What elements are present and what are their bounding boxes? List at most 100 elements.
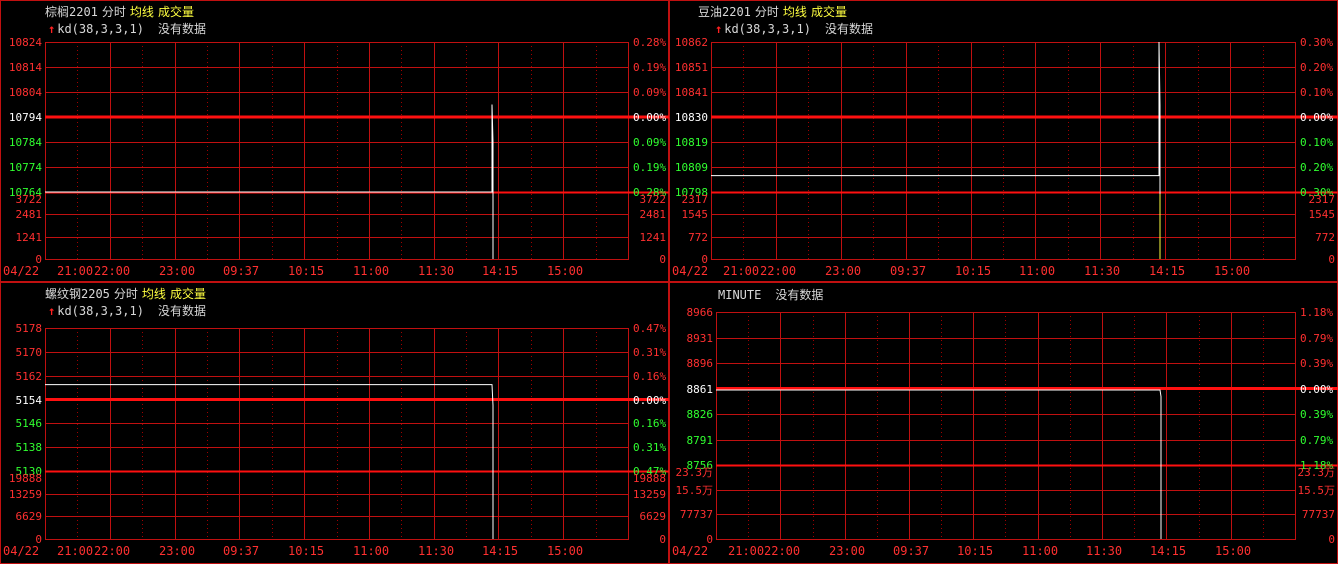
price-tick-label: 10809 (674, 161, 708, 174)
price-line (711, 41, 1161, 259)
indicator-row: ↑ kd(38,3,3,1) 没有数据 (48, 302, 220, 319)
percent-tick-label: 0.31% (633, 345, 667, 359)
volume-tick-label-right: 19888 (632, 472, 666, 485)
time-tick-label: 22:00 (94, 264, 131, 278)
chart-panel-rebar[interactable]: 螺纹钢2205 分时 均线 成交量 ↑ kd(38,3,3,1) 没有数据 5178 5170 5… (0, 282, 669, 564)
volume-tick-label-right: 2481 (639, 208, 667, 222)
time-tick-label: 09:37 (893, 544, 930, 558)
time-tick-label: 22:00 (760, 264, 797, 278)
volume-tick-label-right: 772 (1315, 230, 1335, 244)
chart-panel-minute[interactable]: MINUTE 没有数据 8966 8931 8896 8861 8826 8791 8756 1.… (669, 282, 1338, 564)
price-tick-label: 10794 (8, 111, 42, 124)
volume-label[interactable]: 成交量 (170, 287, 206, 301)
percent-tick-label: 0.39% (1300, 408, 1334, 421)
price-tick-label: 8896 (686, 357, 714, 370)
time-tick-label: 11:00 (1019, 264, 1056, 278)
mode-label[interactable]: 分时 (755, 5, 779, 19)
percent-tick-label: 0.00% (633, 393, 667, 407)
volume-tick-label: 2481 (15, 208, 43, 222)
percent-tick-label: 0.10% (1300, 86, 1334, 99)
percent-tick-label: 0.28% (633, 36, 667, 49)
volume-tick-label-right: 1241 (639, 230, 667, 244)
time-tick-label: 11:00 (1022, 544, 1059, 558)
volume-tick-label: 772 (688, 230, 708, 244)
time-tick-label: 10:15 (288, 544, 325, 558)
arrow-up-icon: ↑ (715, 22, 723, 36)
percent-tick-label: 0.16% (633, 369, 667, 383)
time-tick-label: 04/22 (3, 264, 40, 278)
symbol-name[interactable]: 豆油2201 (698, 5, 751, 19)
symbol-name[interactable]: 螺纹钢2205 (45, 287, 110, 301)
time-tick-label: 10:15 (288, 264, 325, 278)
chart-panel-palm[interactable]: 棕榈2201 分时 均线 成交量 ↑ kd(38,3,3,1) 没有数据 10824 10814… (0, 0, 669, 282)
mode-label[interactable]: 分时 (114, 287, 138, 301)
status-text: 没有数据 (824, 22, 873, 36)
price-tick-label: 10830 (674, 111, 708, 124)
time-tick-label: 21:00 (57, 544, 94, 558)
price-tick-label: 10774 (8, 161, 42, 174)
time-tick-label: 11:30 (1086, 544, 1123, 558)
time-tick-label: 23:00 (829, 544, 866, 558)
time-tick-label: 14:15 (1150, 544, 1187, 558)
time-tick-label: 14:15 (482, 264, 519, 278)
chart-canvas (669, 282, 1338, 564)
price-tick-label: 5162 (15, 369, 43, 383)
percent-tick-label: 0.79% (1300, 331, 1334, 345)
price-tick-label: 10841 (674, 86, 708, 99)
time-tick-label: 23:00 (159, 544, 196, 558)
time-tick-label: 21:00 (57, 264, 94, 278)
avg-line-label[interactable]: 均线 (783, 5, 807, 19)
volume-label[interactable]: 成交量 (811, 5, 847, 19)
avg-line-label[interactable]: 均线 (142, 287, 166, 301)
plot-frame (716, 312, 1296, 540)
time-tick-label: 04/22 (3, 544, 40, 558)
volume-tick-label: 3722 (15, 193, 43, 206)
time-tick-label: 22:00 (764, 544, 801, 558)
volume-tick-label: 6629 (15, 510, 43, 524)
indicator-label: kd(38,3,3,1) (724, 22, 811, 36)
time-tick-label: 11:30 (1084, 264, 1121, 278)
status-text: 没有数据 (775, 288, 824, 302)
mode-label[interactable]: 分时 (102, 5, 126, 19)
volume-label[interactable]: 成交量 (158, 5, 194, 19)
price-tick-label: 8791 (686, 433, 714, 447)
indicator-label: kd(38,3,3,1) (57, 22, 144, 36)
arrow-up-icon: ↑ (48, 22, 56, 36)
time-tick-label: 04/22 (672, 544, 709, 558)
price-tick-label: 10814 (8, 61, 42, 74)
chart-canvas (0, 282, 669, 564)
price-tick-label: 5154 (15, 393, 43, 407)
symbol-name[interactable]: 棕榈2201 (45, 5, 98, 19)
price-tick-label: 5178 (15, 322, 43, 335)
time-tick-label: 15:00 (547, 264, 584, 278)
indicator-row: ↑ kd(38,3,3,1) 没有数据 (715, 20, 887, 37)
volume-tick-label-right: 77737 (1301, 508, 1335, 522)
time-tick-label: 15:00 (1214, 264, 1251, 278)
volume-tick-label: 15.5万 (675, 483, 714, 497)
avg-line-label[interactable]: 均线 (130, 5, 154, 19)
price-line (45, 104, 494, 259)
price-tick-label: 8966 (686, 306, 714, 319)
time-tick-label: 21:00 (728, 544, 765, 558)
price-tick-label: 8931 (686, 331, 714, 345)
volume-tick-label: 1241 (15, 230, 43, 244)
status-text: 没有数据 (157, 304, 206, 318)
price-tick-label: 10804 (8, 86, 42, 99)
percent-tick-label: 0.00% (1300, 111, 1334, 124)
chart-title-row: 螺纹钢2205 分时 均线 成交量 (45, 285, 210, 302)
volume-tick-label-right: 0 (1328, 533, 1335, 546)
time-tick-label: 11:30 (418, 544, 455, 558)
volume-tick-label-right: 0 (659, 533, 666, 546)
percent-tick-label: 0.16% (633, 417, 667, 431)
time-tick-label: 15:00 (1215, 544, 1252, 558)
symbol-name: MINUTE (718, 288, 762, 302)
volume-tick-label: 19888 (8, 472, 42, 485)
price-tick-label: 8826 (686, 408, 714, 421)
volume-tick-label: 13259 (8, 487, 42, 501)
volume-tick-label-right: 3722 (639, 193, 667, 206)
percent-tick-label: 0.00% (633, 111, 667, 124)
percent-tick-label: 0.19% (633, 161, 667, 174)
chart-title-row: 豆油2201 分时 均线 成交量 (698, 3, 851, 20)
time-tick-label: 09:37 (223, 264, 260, 278)
chart-panel-soybean-oil[interactable]: 豆油2201 分时 均线 成交量 ↑ kd(38,3,3,1) 没有数据 10862 10851… (669, 0, 1338, 282)
